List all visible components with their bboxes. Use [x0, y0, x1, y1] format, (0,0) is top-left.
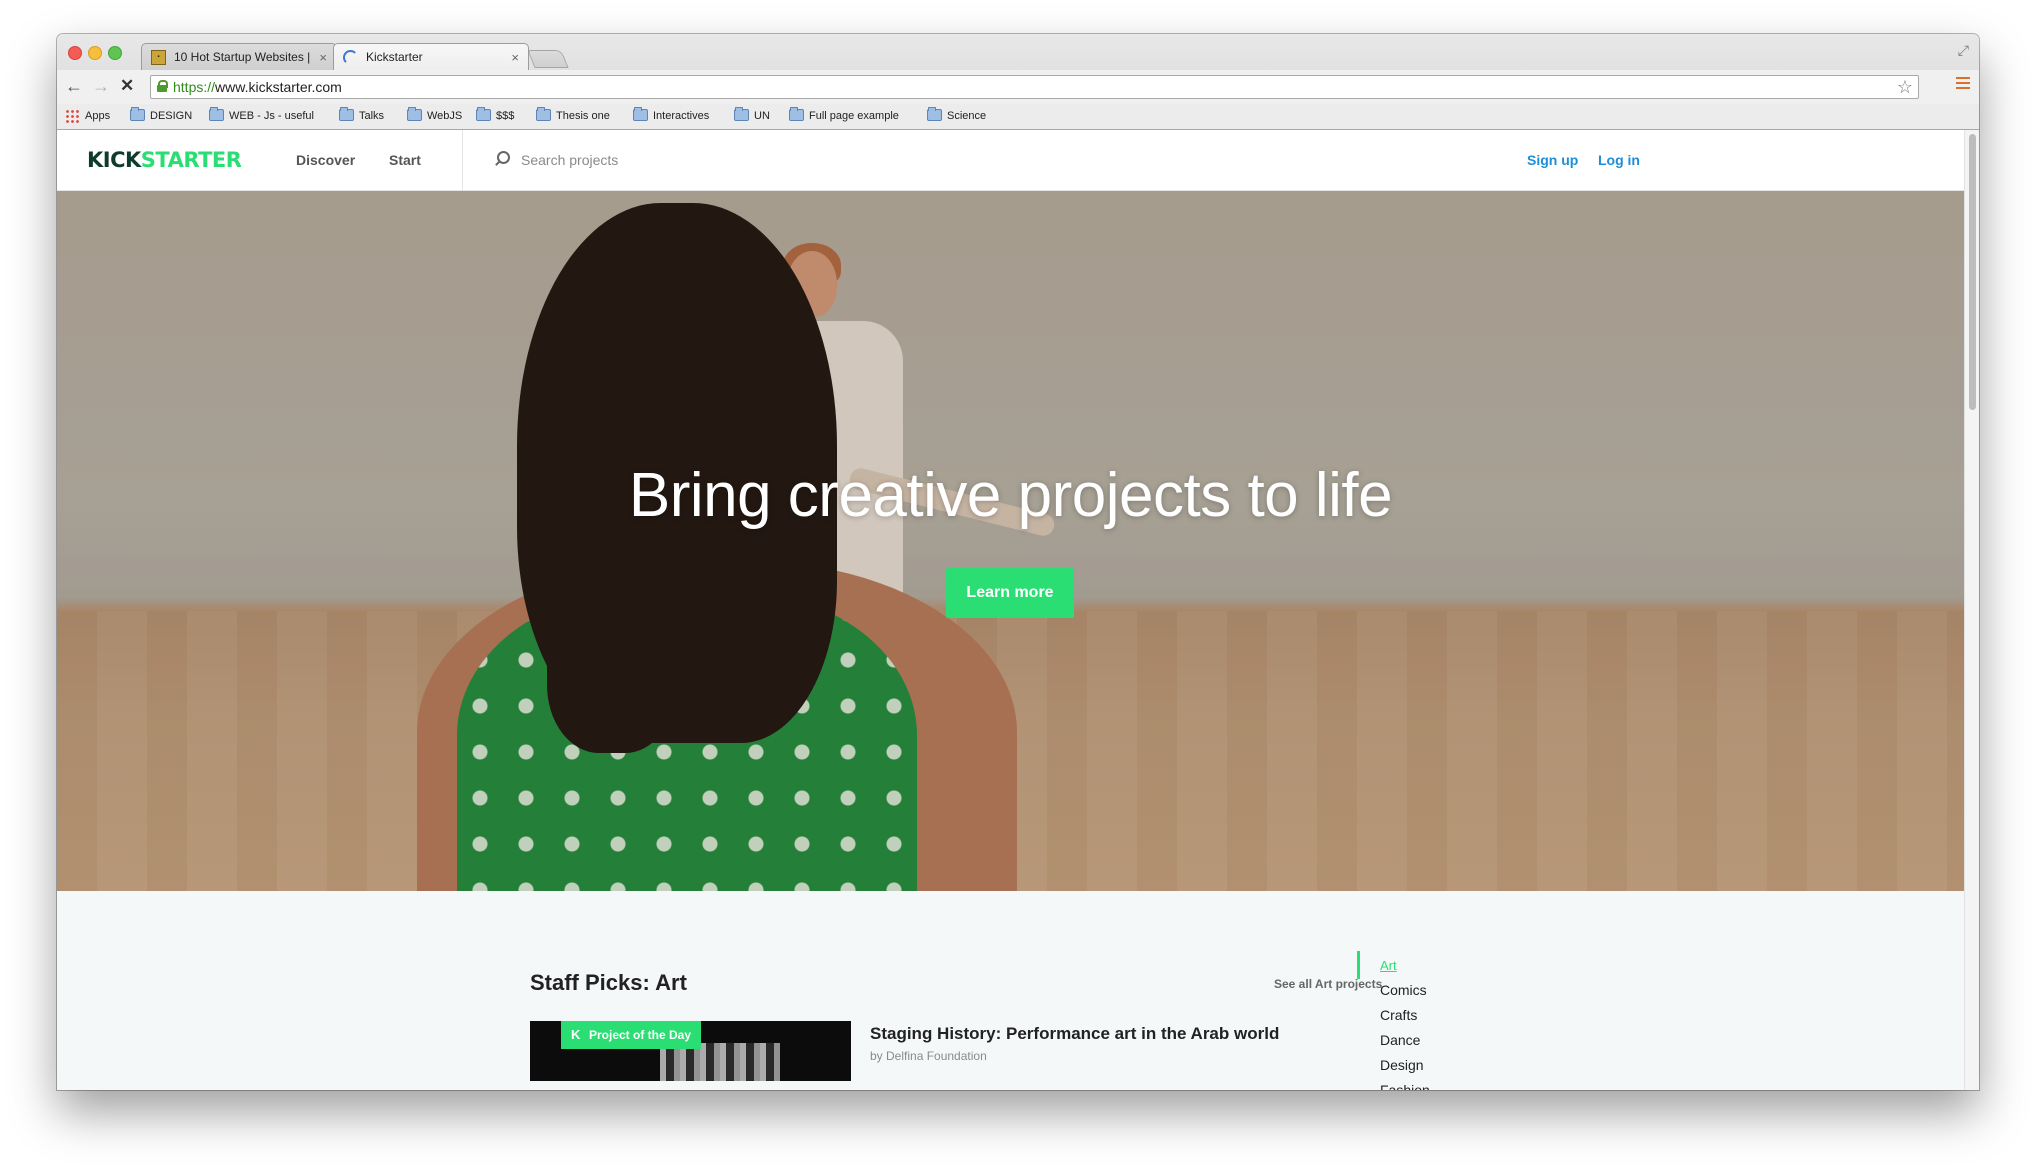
badge-label: Project of the Day — [589, 1028, 692, 1042]
scrollbar-thumb[interactable] — [1969, 134, 1976, 410]
bookmark-folder[interactable]: Thesis one — [536, 107, 610, 123]
nav-discover-link[interactable]: Discover — [296, 151, 355, 169]
folder-icon — [130, 107, 145, 121]
loading-spinner-icon — [343, 50, 358, 65]
bookmark-folder[interactable]: WebJS — [407, 107, 463, 123]
kickstarter-page: KICKSTARTER Discover Start Sign up Log i… — [57, 130, 1964, 1090]
folder-icon — [734, 107, 749, 121]
browser-menu-icon[interactable] — [1956, 77, 1970, 91]
bookmark-label: Interactives — [653, 110, 710, 122]
project-of-day-badge: K Project of the Day — [561, 1021, 702, 1049]
forward-arrow-icon[interactable]: → — [92, 74, 110, 98]
bookmark-label: Talks — [359, 110, 385, 122]
stop-loading-icon[interactable]: ✕ — [120, 74, 134, 98]
bookmark-label: $$$ — [496, 110, 515, 122]
tab-title: 10 Hot Startup Websites | — [174, 50, 311, 64]
address-bar[interactable]: https://www.kickstarter.com ☆ — [150, 75, 1919, 99]
tab-startup-websites[interactable]: ▪ 10 Hot Startup Websites | × — [141, 43, 337, 70]
bookmark-folder[interactable]: UN — [734, 107, 770, 123]
bookmark-apps[interactable]: Apps — [65, 109, 110, 123]
fullscreen-icon[interactable]: ⤢ — [1958, 42, 1969, 59]
page-scrollbar[interactable] — [1964, 130, 1979, 1090]
project-title-link[interactable]: Staging History: Performance art in the … — [870, 1024, 1279, 1044]
bookmark-star-icon[interactable]: ☆ — [1897, 76, 1913, 98]
lock-icon — [157, 80, 168, 92]
close-icon[interactable]: × — [511, 44, 519, 70]
site-header: KICKSTARTER Discover Start Sign up Log i… — [57, 130, 1964, 191]
category-dance[interactable]: Dance — [1380, 1028, 1430, 1053]
hero-title: Bring creative projects to life — [628, 461, 1393, 530]
nav-start-link[interactable]: Start — [389, 151, 421, 169]
close-icon[interactable]: × — [319, 44, 327, 70]
category-crafts[interactable]: Crafts — [1380, 1003, 1430, 1028]
logo-starter: STARTER — [140, 148, 242, 172]
newspaper-icon: ▪ — [151, 50, 166, 65]
bookmark-folder[interactable]: DESIGN — [130, 107, 193, 123]
bookmark-folder[interactable]: Full page example — [789, 107, 899, 123]
folder-icon — [339, 107, 354, 121]
browser-chrome: ▪ 10 Hot Startup Websites | × Kickstarte… — [57, 34, 1979, 130]
hero-overlay — [57, 191, 1964, 891]
back-arrow-icon[interactable]: ← — [65, 74, 83, 98]
bookmark-label: Full page example — [809, 110, 899, 122]
bookmark-label: WebJS — [427, 110, 463, 122]
bookmark-folder[interactable]: Science — [927, 107, 987, 123]
hero-banner: Bring creative projects to life Learn mo… — [57, 191, 1964, 891]
bookmark-label: Thesis one — [556, 110, 610, 122]
category-active-indicator — [1357, 951, 1360, 979]
bookmark-label: DESIGN — [150, 110, 193, 122]
folder-icon — [789, 107, 804, 121]
folder-icon — [476, 107, 491, 121]
folder-icon — [536, 107, 551, 121]
screenshot-stage: { "browser": { "tabs": [ {"title": "10 H… — [0, 0, 2034, 1168]
bookmark-folder[interactable]: Talks — [339, 107, 385, 123]
kickstarter-logo[interactable]: KICKSTARTER — [87, 148, 242, 172]
project-creator: by Delfina Foundation — [870, 1049, 987, 1063]
zoom-window-button[interactable] — [108, 46, 122, 60]
folder-icon — [633, 107, 648, 121]
login-link[interactable]: Log in — [1598, 151, 1640, 169]
category-comics[interactable]: Comics — [1380, 978, 1430, 1003]
category-list: Art Comics Crafts Dance Design Fashion — [1380, 953, 1430, 1090]
bookmark-folder[interactable]: WEB - Js - useful — [209, 107, 314, 123]
bookmark-label: Apps — [85, 110, 111, 122]
category-fashion[interactable]: Fashion — [1380, 1078, 1430, 1090]
logo-kick: KICK — [87, 148, 141, 172]
folder-icon — [209, 107, 224, 121]
bookmarks-bar: Apps DESIGN WEB - Js - useful Talks WebJ… — [57, 104, 1979, 129]
new-tab-button[interactable] — [527, 50, 569, 68]
bookmark-label: WEB - Js - useful — [229, 110, 314, 122]
search-input[interactable] — [521, 147, 841, 173]
staff-picks-title: Staff Picks: Art — [530, 970, 687, 995]
browser-window: ▪ 10 Hot Startup Websites | × Kickstarte… — [57, 34, 1979, 1090]
bookmark-label: UN — [754, 110, 770, 122]
category-design[interactable]: Design — [1380, 1053, 1430, 1078]
see-all-art-link[interactable]: See all Art projects — [1274, 976, 1382, 992]
url-scheme: https:// — [173, 79, 216, 95]
navigation-bar: ← → ✕ https://www.kickstarter.com ☆ — [57, 70, 1979, 104]
category-art[interactable]: Art — [1380, 953, 1430, 978]
folder-icon — [927, 107, 942, 121]
search-icon[interactable] — [494, 151, 510, 167]
folder-icon — [407, 107, 422, 121]
minimize-window-button[interactable] — [88, 46, 102, 60]
close-window-button[interactable] — [68, 46, 82, 60]
learn-more-button[interactable]: Learn more — [946, 568, 1074, 618]
project-thumbnail[interactable]: K Project of the Day — [530, 1021, 851, 1081]
tab-title: Kickstarter — [366, 50, 423, 64]
staff-picks-section: Staff Picks: Art See all Art projects K … — [57, 891, 1964, 1090]
header-divider — [462, 130, 463, 191]
tab-kickstarter[interactable]: Kickstarter × — [333, 43, 529, 70]
apps-grid-icon — [65, 109, 79, 123]
bookmark-label: Science — [947, 110, 987, 122]
signup-link[interactable]: Sign up — [1527, 151, 1578, 169]
url-host: www.kickstarter.com — [215, 79, 342, 95]
bookmark-folder[interactable]: $$$ — [476, 107, 515, 123]
kickstarter-k-icon: K — [571, 1027, 581, 1042]
bookmark-folder[interactable]: Interactives — [633, 107, 710, 123]
